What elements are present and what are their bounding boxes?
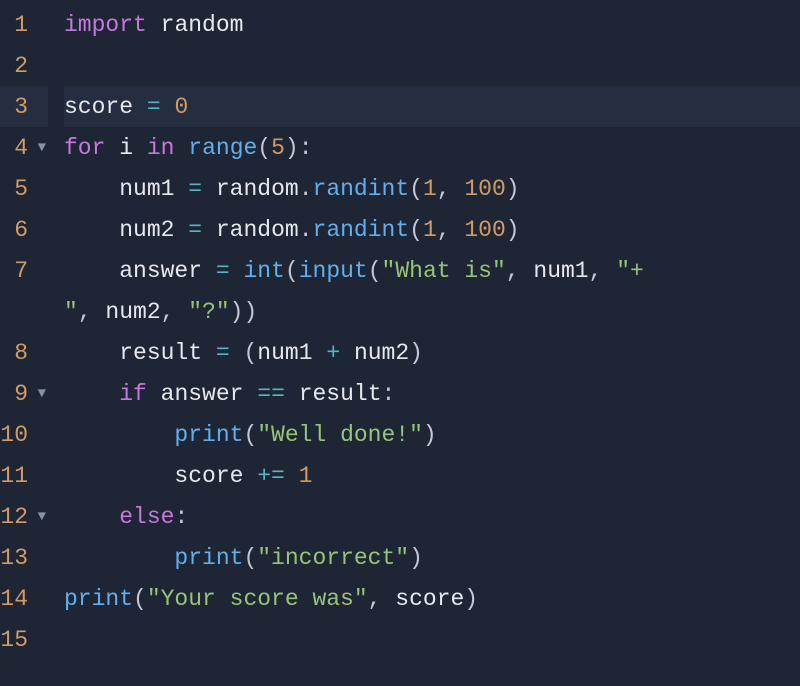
code-line[interactable]: print("incorrect") (64, 537, 800, 578)
gutter-line: 7 (0, 250, 48, 291)
gutter-line: 12▼ (0, 496, 48, 537)
fold-icon[interactable]: ▼ (32, 386, 46, 402)
code-line[interactable]: result = (num1 + num2) (64, 332, 800, 373)
gutter-line (0, 291, 48, 332)
gutter-line: 11 (0, 455, 48, 496)
code-line[interactable]: import random (64, 4, 800, 45)
code-line[interactable]: answer = int(input("What is", num1, "+ (64, 250, 800, 291)
gutter: 1 2 3 4▼ 5 6 7 8 9▼ 10 11 12▼ 13 14 15 (0, 4, 54, 686)
code-line[interactable]: num1 = random.randint(1, 100) (64, 168, 800, 209)
code-line[interactable]: for i in range(5): (64, 127, 800, 168)
gutter-line: 10 (0, 414, 48, 455)
fold-icon[interactable]: ▼ (32, 140, 46, 156)
gutter-line: 4▼ (0, 127, 48, 168)
code-line[interactable]: num2 = random.randint(1, 100) (64, 209, 800, 250)
code-line[interactable]: print("Well done!") (64, 414, 800, 455)
gutter-line: 8 (0, 332, 48, 373)
code-line[interactable]: print("Your score was", score) (64, 578, 800, 619)
code-line[interactable]: else: (64, 496, 800, 537)
code-line[interactable]: score += 1 (64, 455, 800, 496)
gutter-line: 1 (0, 4, 48, 45)
code-line[interactable]: if answer == result: (64, 373, 800, 414)
gutter-line: 6 (0, 209, 48, 250)
gutter-line: 9▼ (0, 373, 48, 414)
code-line-wrap[interactable]: ", num2, "?")) (64, 291, 800, 332)
code-editor: 1 2 3 4▼ 5 6 7 8 9▼ 10 11 12▼ 13 14 15 i… (0, 0, 800, 686)
code-line[interactable] (64, 45, 800, 86)
gutter-line: 3 (0, 86, 48, 127)
gutter-line: 13 (0, 537, 48, 578)
gutter-line: 15 (0, 619, 48, 660)
code-line-current[interactable]: score = 0 (64, 86, 800, 127)
code-area[interactable]: import random score = 0 for i in range(5… (54, 4, 800, 686)
fold-icon[interactable]: ▼ (32, 509, 46, 525)
gutter-line: 2 (0, 45, 48, 86)
code-line[interactable] (64, 619, 800, 660)
gutter-line: 14 (0, 578, 48, 619)
gutter-line: 5 (0, 168, 48, 209)
